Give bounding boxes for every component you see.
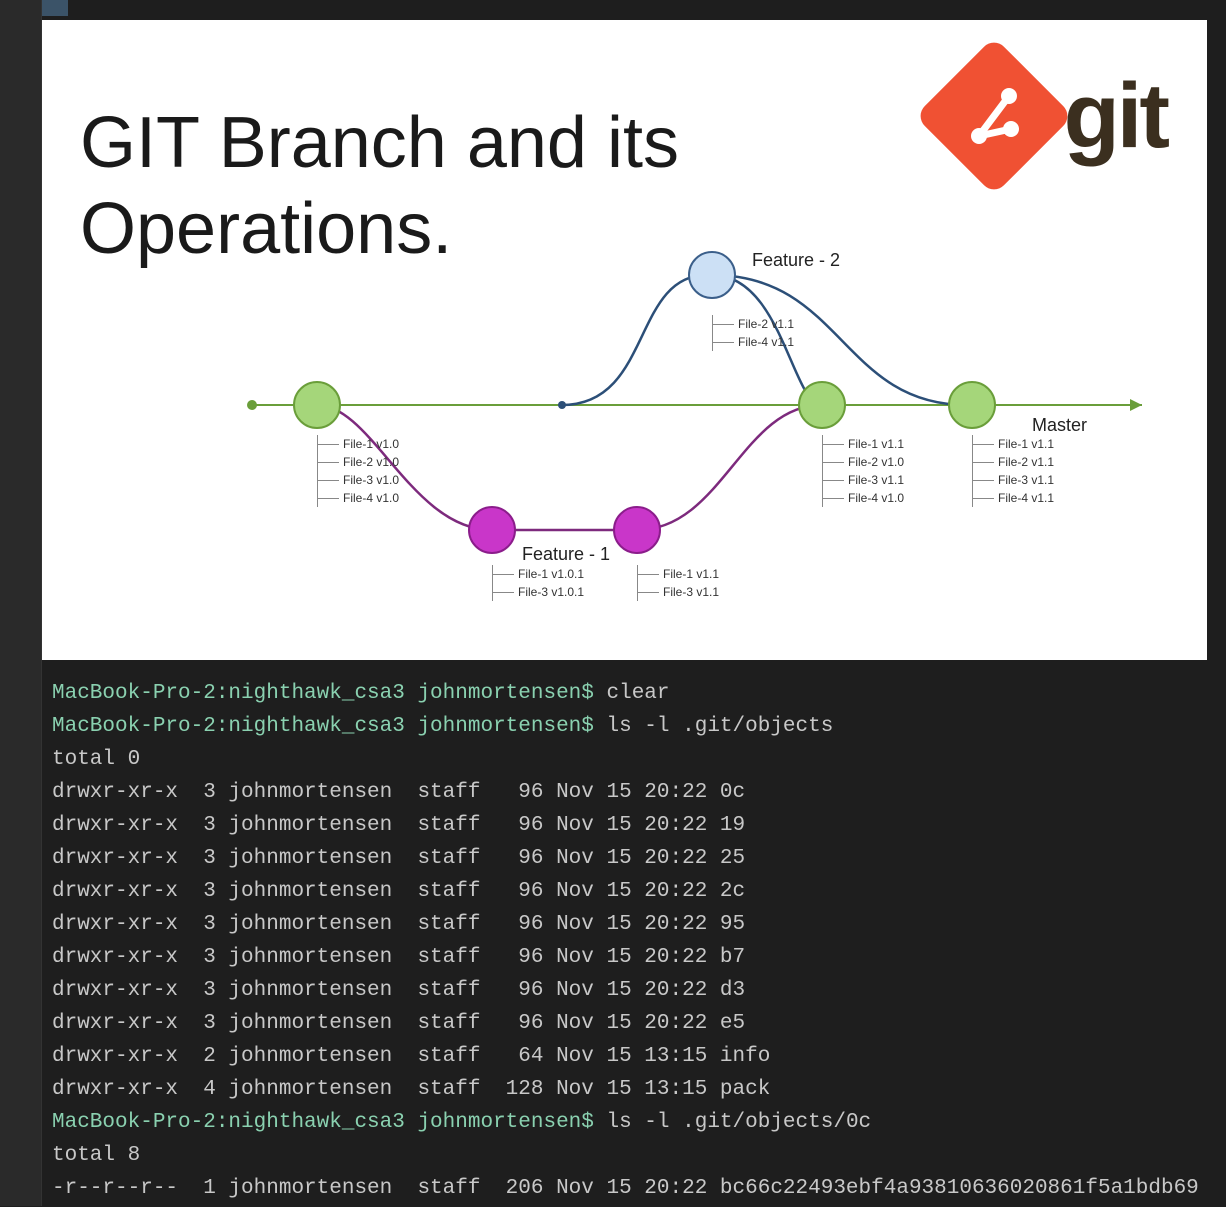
slide: GIT Branch and its Operations. git bbox=[42, 20, 1207, 660]
prompt-2: MacBook-Pro-2:nighthawk_csa3 johnmortens… bbox=[52, 1111, 594, 1134]
label-feature2: Feature - 2 bbox=[752, 250, 840, 271]
ls-row: drwxr-xr-x 3 johnmortensen staff 96 Nov … bbox=[52, 847, 745, 870]
git-icon bbox=[914, 37, 1072, 195]
ls-row: drwxr-xr-x 3 johnmortensen staff 96 Nov … bbox=[52, 880, 745, 903]
file-list-feature1a: File-1 v1.0.1 File-3 v1.0.1 bbox=[492, 565, 584, 601]
commit-node-feature1-a bbox=[468, 506, 516, 554]
label-feature1: Feature - 1 bbox=[522, 544, 610, 565]
ls-row: drwxr-xr-x 2 johnmortensen staff 64 Nov … bbox=[52, 1045, 770, 1068]
total-line: total 8 bbox=[52, 1144, 140, 1167]
ls-row: drwxr-xr-x 3 johnmortensen staff 96 Nov … bbox=[52, 814, 745, 837]
ls-row-hash: -r--r--r-- 1 johnmortensen staff 206 Nov… bbox=[52, 1177, 1199, 1200]
commit-node-master-1 bbox=[293, 381, 341, 429]
commit-node-master-3 bbox=[948, 381, 996, 429]
prompt-prev: MacBook-Pro-2:nighthawk_csa3 johnmortens… bbox=[52, 682, 594, 705]
git-logo-text: git bbox=[1064, 64, 1167, 169]
ls-row: drwxr-xr-x 4 johnmortensen staff 128 Nov… bbox=[52, 1078, 770, 1101]
total-line: total 0 bbox=[52, 748, 140, 771]
terminal-output[interactable]: MacBook-Pro-2:nighthawk_csa3 johnmortens… bbox=[42, 642, 1212, 1207]
file-list-commit3: File-1 v1.1 File-2 v1.1 File-3 v1.1 File… bbox=[972, 435, 1054, 507]
file-list-commit1: File-1 v1.0 File-2 v1.0 File-3 v1.0 File… bbox=[317, 435, 399, 507]
ls-row: drwxr-xr-x 3 johnmortensen staff 96 Nov … bbox=[52, 781, 745, 804]
ls-row: drwxr-xr-x 3 johnmortensen staff 96 Nov … bbox=[52, 913, 745, 936]
ls-row: drwxr-xr-x 3 johnmortensen staff 96 Nov … bbox=[52, 946, 745, 969]
commit-node-master-2 bbox=[798, 381, 846, 429]
git-logo: git bbox=[938, 60, 1167, 172]
ls-row: drwxr-xr-x 3 johnmortensen staff 96 Nov … bbox=[52, 1012, 745, 1035]
branch-diagram: Feature - 2 Feature - 1 Master File-1 v1… bbox=[222, 220, 1172, 650]
ls-row: drwxr-xr-x 3 johnmortensen staff 96 Nov … bbox=[52, 979, 745, 1002]
label-master: Master bbox=[1032, 415, 1087, 436]
file-list-commit2: File-1 v1.1 File-2 v1.0 File-3 v1.1 File… bbox=[822, 435, 904, 507]
prompt-1: MacBook-Pro-2:nighthawk_csa3 johnmortens… bbox=[52, 715, 594, 738]
commit-node-feature1-b bbox=[613, 506, 661, 554]
file-list-feature2: File-2 v1.1 File-4 v1.1 bbox=[712, 315, 794, 351]
file-list-feature1b: File-1 v1.1 File-3 v1.1 bbox=[637, 565, 719, 601]
editor-gutter bbox=[0, 0, 42, 1206]
commit-node-feature2 bbox=[688, 251, 736, 299]
